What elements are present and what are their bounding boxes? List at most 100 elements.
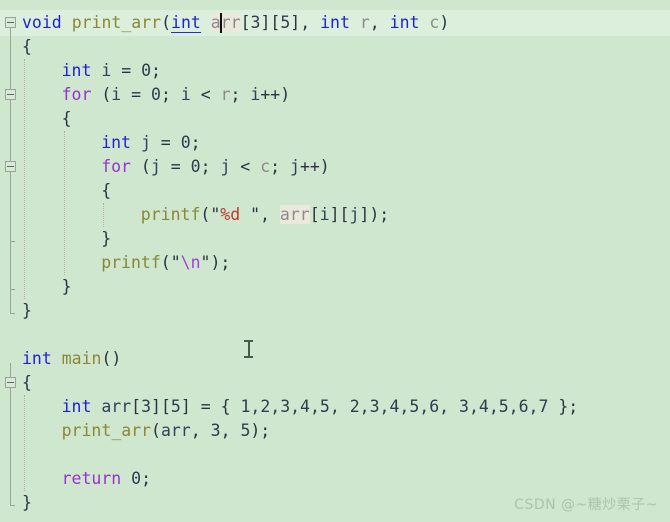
code-token: ( — [131, 157, 151, 176]
code-token: ; — [141, 469, 152, 488]
code-token: int — [22, 349, 52, 368]
code-token: 0 — [131, 469, 142, 488]
code-token: ][ — [329, 205, 350, 224]
code-token: [ — [309, 205, 320, 224]
code-line-1[interactable]: void print_arr(int arr[3][5], int r, int… — [22, 11, 449, 35]
code-token: 3 — [141, 397, 152, 416]
code-token: 5 — [170, 397, 181, 416]
code-token: j — [349, 205, 360, 224]
code-token: " — [250, 205, 261, 224]
code-line-3[interactable]: int i = 0; — [62, 59, 161, 83]
code-token: 3 — [210, 421, 221, 440]
code-token: arr — [160, 421, 191, 440]
code-token: int — [61, 397, 92, 416]
code-token: , — [190, 421, 211, 440]
code-line-12[interactable]: } — [62, 275, 72, 299]
code-token: } — [22, 493, 32, 512]
code-token: j — [140, 133, 151, 152]
code-line-11[interactable]: printf("\n"); — [101, 251, 230, 275]
code-line-9[interactable]: printf("%d ", arr[i][j]); — [141, 203, 389, 227]
code-token: r — [220, 85, 231, 104]
code-token: } — [61, 277, 72, 296]
code-token: j — [220, 157, 231, 176]
code-token: ) — [439, 13, 450, 32]
code-line-2[interactable]: { — [22, 35, 32, 59]
code-token: 0 — [141, 61, 152, 80]
code-token: = — [160, 157, 191, 176]
code-token: ]); — [359, 205, 390, 224]
code-token: ] — [260, 13, 271, 32]
code-token: { — [22, 37, 32, 56]
code-token: ); — [210, 253, 231, 272]
code-text-area[interactable]: void print_arr(int arr[3][5], int r, int… — [0, 0, 670, 522]
code-token: c — [260, 157, 271, 176]
code-token: ); — [250, 421, 271, 440]
code-token: }; — [548, 397, 579, 416]
code-line-21[interactable]: } — [22, 491, 32, 515]
code-token: 5 — [240, 421, 251, 440]
code-line-4[interactable]: for (i = 0; i < r; i++) — [62, 83, 291, 107]
code-token: \n — [180, 253, 201, 272]
code-token: , — [300, 13, 321, 32]
code-line-8[interactable]: { — [101, 179, 111, 203]
code-token: = — [111, 61, 142, 80]
code-token: [ — [131, 397, 142, 416]
code-token: print_arr — [71, 13, 162, 32]
code-token: 0 — [180, 133, 191, 152]
code-line-10[interactable]: } — [101, 227, 111, 251]
code-line-17[interactable]: int arr[3][5] = { 1,2,3,4,5, 2,3,4,5,6, … — [62, 395, 579, 419]
code-token: c — [429, 13, 440, 32]
i-beam-cursor-icon — [244, 340, 253, 358]
code-token: r — [359, 13, 370, 32]
code-line-16[interactable]: { — [22, 371, 32, 395]
code-line-13[interactable]: } — [22, 299, 32, 323]
code-token: = — [150, 133, 181, 152]
code-token: " — [170, 253, 181, 272]
code-token: int — [101, 133, 131, 152]
code-token: ( — [160, 253, 171, 272]
code-token: ; — [160, 85, 181, 104]
code-token: } — [101, 229, 112, 248]
code-token: , — [369, 13, 390, 32]
code-line-20[interactable]: return 0; — [62, 467, 151, 491]
code-token: 0 — [190, 157, 201, 176]
code-token: < — [230, 157, 261, 176]
code-token: for — [61, 85, 92, 104]
code-token: , — [220, 421, 241, 440]
code-token: void — [22, 13, 62, 32]
code-token: ( — [91, 85, 112, 104]
code-token: 0 — [151, 85, 161, 104]
code-token: printf — [101, 253, 161, 272]
code-token: %d — [220, 205, 241, 224]
code-token: , — [260, 205, 280, 224]
code-editor-surface[interactable]: void print_arr(int arr[3][5], int r, int… — [0, 0, 670, 522]
code-token: ++) — [260, 85, 291, 104]
code-token: ( — [161, 13, 172, 32]
code-token: ( — [200, 205, 211, 224]
code-line-5[interactable]: { — [62, 107, 72, 131]
code-token: j — [150, 157, 161, 176]
code-token: 5 — [280, 13, 291, 32]
code-token: arr — [101, 397, 132, 416]
code-token: { — [101, 181, 112, 200]
code-token: print_arr — [61, 421, 151, 440]
code-line-15[interactable]: int main() — [22, 347, 121, 371]
code-token: ; — [200, 157, 221, 176]
code-line-6[interactable]: int j = 0; — [101, 131, 200, 155]
watermark-text: CSDN @~糖炒栗子~ — [514, 497, 658, 513]
code-token: for — [101, 157, 131, 176]
code-line-7[interactable]: for (j = 0; j < c; j++) — [101, 155, 330, 179]
code-token: 3 — [250, 13, 261, 32]
code-line-18[interactable]: print_arr(arr, 3, 5); — [62, 419, 271, 443]
code-token: } — [22, 301, 32, 320]
